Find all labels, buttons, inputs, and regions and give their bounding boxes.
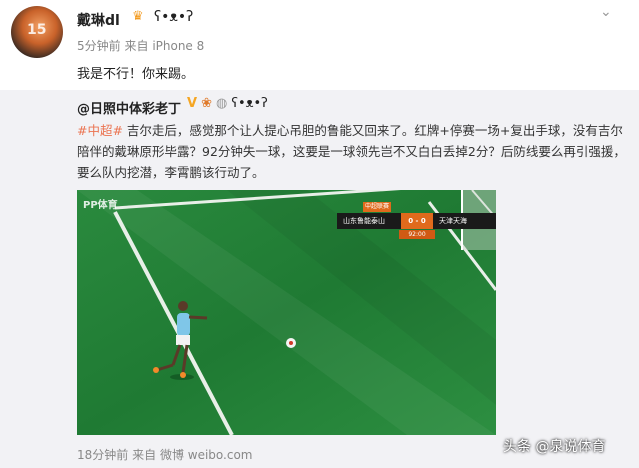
post-meta: 5分钟前 来自 iPhone 8 [77, 37, 204, 54]
repost-meta: 18分钟前 来自 微博 weibo.com [77, 446, 253, 463]
repost-body: 吉尔走后，感觉那个让人提心吊胆的鲁能又回来了。红牌+停赛一场+复出手球，没有吉尔… [77, 123, 626, 180]
verified-icon: V [187, 96, 198, 111]
repost-source-prefix: 来自 [132, 448, 157, 462]
panda-icon: ʕ•ᴥ•ʔ [231, 96, 268, 111]
medal-icon: ❀ [201, 96, 212, 111]
crown-icon: ♛ [132, 9, 144, 24]
league-tag: 中超联赛 [363, 202, 391, 212]
home-team: 山东鲁能泰山 [343, 217, 385, 225]
away-team: 天津天海 [439, 217, 467, 225]
post-time[interactable]: 5分钟前 [77, 39, 121, 53]
repost-text: #中超# 吉尔走后，感觉那个让人提心吊胆的鲁能又回来了。红牌+停赛一场+复出手球… [77, 120, 629, 183]
post-username[interactable]: 戴琳dl [77, 10, 120, 30]
avatar[interactable]: 15 [11, 6, 63, 58]
scoreboard: 山东鲁能泰山 0 - 0 天津天海 [337, 213, 496, 229]
repost-time[interactable]: 18分钟前 [77, 448, 128, 462]
repost-card: @日照中体彩老丁 V ❀ ◍ ʕ•ᴥ•ʔ #中超# 吉尔走后，感觉那个让人提心吊胆的鲁… [0, 90, 639, 468]
hashtag-link[interactable]: #中超# [77, 123, 123, 138]
video-player[interactable]: PP体育 中超联赛 山东鲁能泰山 0 - 0 天津天海 92:00 [77, 190, 496, 435]
post-text: 我是不行！你来踢。 [77, 67, 195, 82]
source-prefix: 来自 [124, 39, 149, 53]
chevron-down-icon[interactable]: ⌄ [600, 4, 612, 20]
repost-source[interactable]: 微博 weibo.com [160, 448, 253, 462]
silver-badge-icon: ◍ [215, 96, 228, 111]
watermark: 头条 @泉说体育 [503, 439, 606, 455]
match-clock: 92:00 [399, 230, 435, 239]
repost-badges: V ❀ ◍ ʕ•ᴥ•ʔ [187, 95, 268, 111]
pp-sports-logo: PP体育 [83, 200, 118, 211]
panda-icon: ʕ•ᴥ•ʔ [154, 9, 194, 25]
post-source[interactable]: iPhone 8 [152, 39, 204, 53]
repost-username[interactable]: @日照中体彩老丁 [77, 98, 181, 117]
score: 0 - 0 [401, 213, 433, 229]
